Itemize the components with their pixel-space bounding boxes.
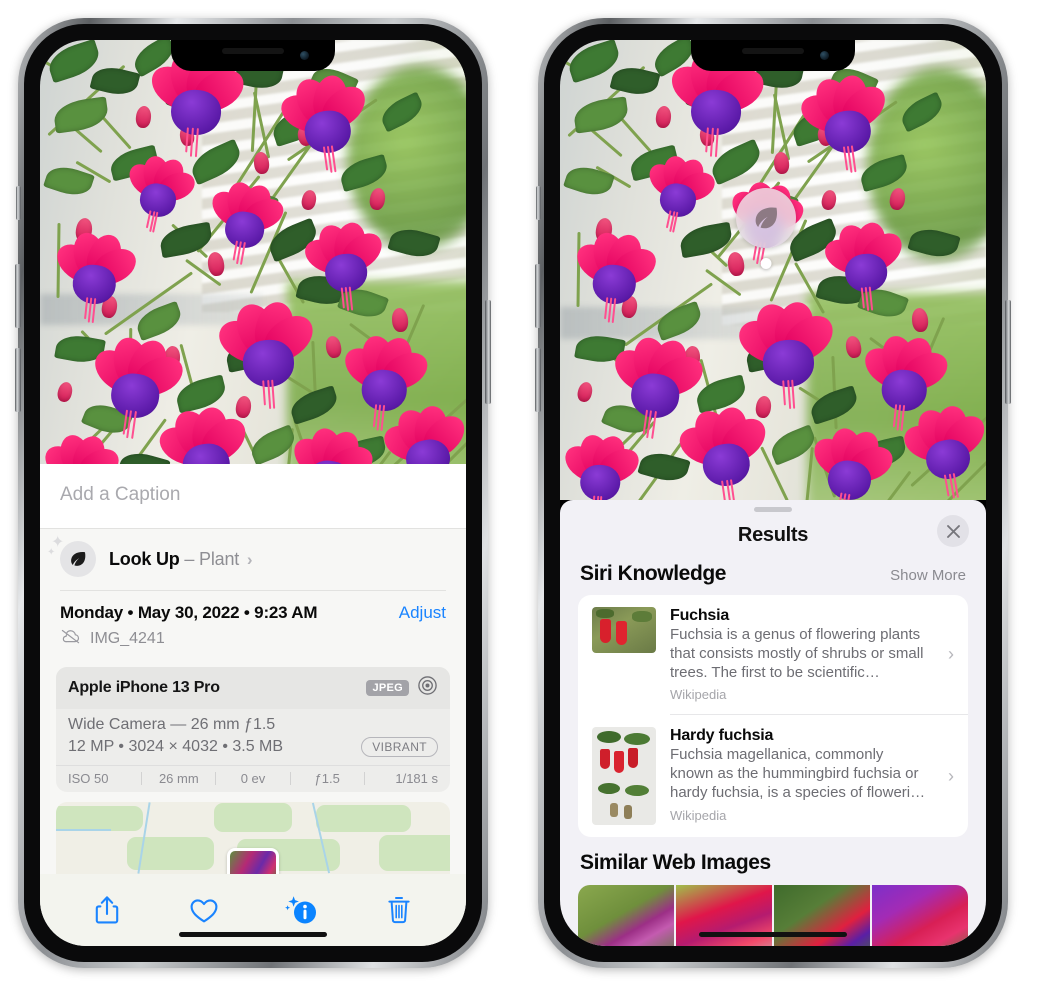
results-title: Results <box>737 523 809 546</box>
cloud-slash-icon <box>60 629 81 649</box>
camera-specs-line: 12 MP • 3024 × 4032 • 3.5 MB <box>68 738 284 755</box>
home-indicator-right[interactable] <box>699 932 847 937</box>
photo-viewer-left[interactable] <box>40 40 466 478</box>
map-photo-pin[interactable] <box>227 848 279 874</box>
results-header: Results <box>560 512 986 558</box>
screen-right: Results Siri Knowledge Show More Fuchsia… <box>560 40 986 946</box>
caption-field[interactable]: Add a Caption <box>40 464 466 529</box>
front-camera <box>300 51 309 60</box>
silent-switch[interactable] <box>536 186 541 220</box>
list-item[interactable]: Hardy fuchsia Fuchsia magellanica, commo… <box>578 715 968 837</box>
siri-knowledge-title: Siri Knowledge <box>580 562 727 585</box>
iphone-right: Results Siri Knowledge Show More Fuchsia… <box>535 18 1011 968</box>
photo-viewer-right[interactable] <box>560 40 986 500</box>
trash-icon[interactable] <box>377 888 421 932</box>
exif-focal: 26 mm <box>158 771 199 786</box>
sparkle-small-icon: ✦ <box>47 547 56 558</box>
knowledge-source: Wikipedia <box>670 807 727 823</box>
show-more-button[interactable]: Show More <box>890 567 966 584</box>
volume-down-button[interactable] <box>535 348 541 412</box>
photo-date: Monday • May 30, 2022 • 9:23 AM <box>60 603 318 622</box>
leaf-icon <box>736 188 796 248</box>
similar-web-images-header: Similar Web Images <box>560 837 986 879</box>
camera-device-name: Apple iPhone 13 Pro <box>68 679 220 696</box>
exif-iso: ISO 50 <box>68 771 109 786</box>
adjust-button[interactable]: Adjust <box>399 603 446 623</box>
web-image-thumb[interactable] <box>578 885 674 946</box>
exif-row: ISO 50 26 mm 0 ev ƒ1.5 1/181 s <box>56 765 450 792</box>
earpiece-speaker <box>222 48 284 54</box>
knowledge-source: Wikipedia <box>670 687 727 703</box>
knowledge-thumbnail <box>592 607 656 653</box>
web-image-thumb[interactable] <box>872 885 968 946</box>
home-indicator-left[interactable] <box>179 932 327 937</box>
exif-shutter: 1/181 s <box>395 771 439 786</box>
close-icon[interactable] <box>937 515 969 547</box>
notch <box>171 40 335 71</box>
heart-icon[interactable] <box>182 888 226 932</box>
power-button[interactable] <box>1005 300 1011 404</box>
info-sparkle-icon[interactable] <box>280 888 324 932</box>
power-button[interactable] <box>485 300 491 404</box>
siri-knowledge-header: Siri Knowledge Show More <box>560 558 986 595</box>
results-sheet: Results Siri Knowledge Show More Fuchsia… <box>560 500 986 946</box>
look-up-dash: – <box>184 548 195 569</box>
screenshot-stage: Add a Caption ✦ ✦ Look Up – Plant › Mond… <box>0 0 1055 985</box>
visual-look-up-badge[interactable] <box>736 188 796 269</box>
camera-card-header: Apple iPhone 13 Pro JPEG <box>56 667 450 709</box>
photo-info-sheet: Add a Caption ✦ ✦ Look Up – Plant › Mond… <box>40 464 466 946</box>
earpiece-speaker <box>742 48 804 54</box>
knowledge-title: Hardy fuchsia <box>670 727 774 745</box>
knowledge-description: Fuchsia is a genus of flowering plants t… <box>670 626 924 681</box>
photo-filename: IMG_4241 <box>90 630 165 647</box>
badge-anchor-dot <box>760 258 772 269</box>
camera-info-card: Apple iPhone 13 Pro JPEG Wide Camera — 2… <box>56 667 450 792</box>
camera-card-body: Wide Camera — 26 mm ƒ1.5 12 MP • 3024 × … <box>56 709 450 765</box>
list-item[interactable]: Fuchsia Fuchsia is a genus of flowering … <box>578 595 968 714</box>
knowledge-thumbnail <box>592 727 656 826</box>
photographic-style-badge: VIBRANT <box>361 737 438 757</box>
look-up-row[interactable]: ✦ ✦ Look Up – Plant › <box>40 529 466 590</box>
front-camera <box>820 51 829 60</box>
format-badge: JPEG <box>366 680 409 696</box>
share-icon[interactable] <box>85 888 129 932</box>
caption-placeholder: Add a Caption <box>60 484 181 505</box>
chevron-right-icon: › <box>246 549 253 569</box>
location-map[interactable] <box>56 802 450 874</box>
aperture-icon <box>417 675 438 701</box>
iphone-left: Add a Caption ✦ ✦ Look Up – Plant › Mond… <box>15 18 491 968</box>
siri-knowledge-card: Fuchsia Fuchsia is a genus of flowering … <box>578 595 968 838</box>
screen-left: Add a Caption ✦ ✦ Look Up – Plant › Mond… <box>40 40 466 946</box>
look-up-subject: Plant <box>199 548 240 569</box>
knowledge-description: Fuchsia magellanica, commonly known as t… <box>670 746 926 801</box>
volume-down-button[interactable] <box>15 348 21 412</box>
chevron-right-icon: › <box>948 644 954 665</box>
volume-up-button[interactable] <box>15 264 21 328</box>
exif-ev: 0 ev <box>240 771 266 786</box>
similar-web-images-title: Similar Web Images <box>580 851 771 875</box>
chevron-right-icon: › <box>948 765 954 786</box>
camera-lens-line: Wide Camera — 26 mm ƒ1.5 <box>68 716 276 733</box>
look-up-label: Look Up – Plant › <box>109 548 253 570</box>
look-up-title: Look Up <box>109 548 180 569</box>
silent-switch[interactable] <box>16 186 21 220</box>
photo-metadata: Monday • May 30, 2022 • 9:23 AM Adjust I… <box>40 591 466 659</box>
notch <box>691 40 855 71</box>
exif-aperture: ƒ1.5 <box>314 771 340 786</box>
volume-up-button[interactable] <box>535 264 541 328</box>
knowledge-title: Fuchsia <box>670 607 730 624</box>
leaf-icon: ✦ ✦ <box>47 535 96 577</box>
